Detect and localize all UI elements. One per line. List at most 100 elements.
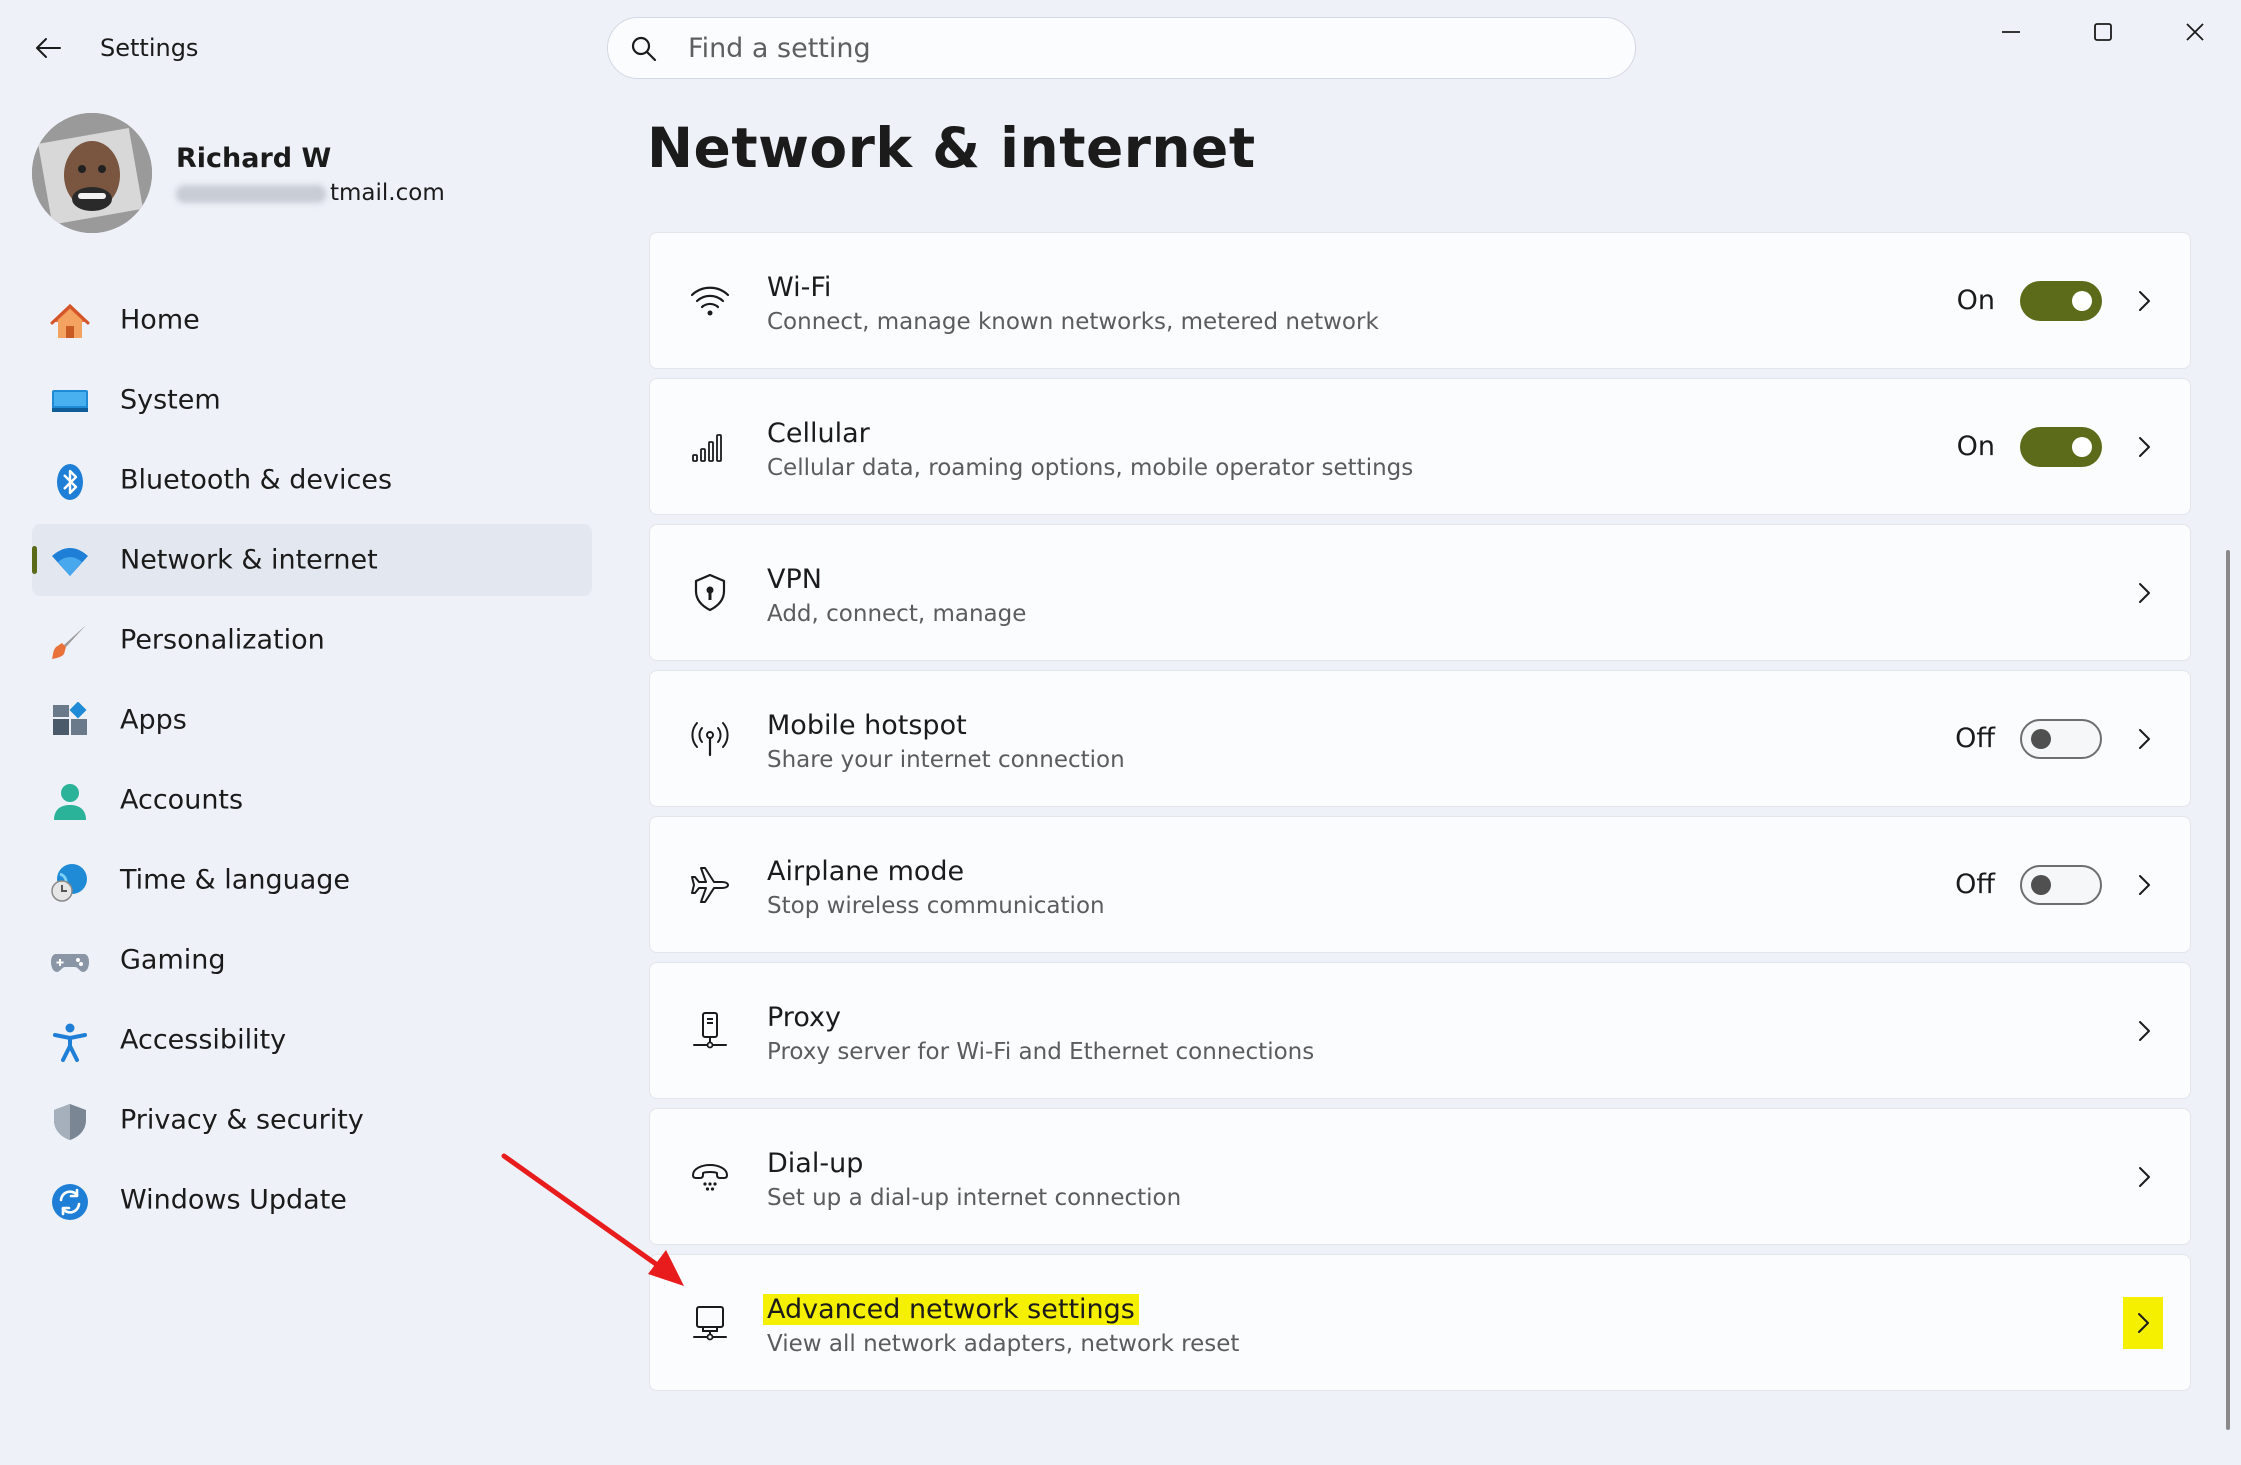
wifi-icon [50,542,90,582]
sidebar-item-label: System [120,384,221,416]
sidebar-item-label: Bluetooth & devices [120,464,393,496]
setting-card-advanced-network-settings[interactable]: Advanced network settings View all netwo… [649,1254,2191,1391]
home-icon [50,302,90,342]
sidebar-item-privacy-security[interactable]: Privacy & security [32,1084,592,1156]
proxy-icon [686,1007,734,1055]
cellular-toggle[interactable] [2020,427,2102,467]
sidebar-item-time-language[interactable]: Time & language [32,844,592,916]
advanced-network-icon [686,1299,734,1347]
setting-card-cellular[interactable]: Cellular Cellular data, roaming options,… [649,378,2191,515]
sidebar-item-home[interactable]: Home [32,284,592,356]
sidebar-item-accounts[interactable]: Accounts [32,764,592,836]
profile-name: Richard W [176,143,332,174]
airplane-mode-toggle[interactable] [2020,865,2102,905]
apps-icon [50,702,90,742]
setting-title: Advanced network settings [763,1294,1139,1325]
profile-email-text: tmail.com [330,180,445,206]
setting-card-vpn[interactable]: VPN Add, connect, manage [649,524,2191,661]
toggle-state-label: Off [1955,869,1995,900]
vertical-scrollbar[interactable] [2226,550,2230,1430]
gamepad-icon [50,942,90,982]
chevron-right-icon[interactable] [2123,1297,2163,1349]
setting-title: Wi-Fi [767,272,832,303]
title-bar: Settings [0,0,2241,100]
wifi-icon [686,277,734,325]
setting-card-airplane-mode[interactable]: Airplane mode Stop wireless communicatio… [649,816,2191,953]
close-icon [2186,23,2204,41]
redacted-email-part [176,184,326,203]
app-title: Settings [100,34,199,62]
sidebar-item-bluetooth-devices[interactable]: Bluetooth & devices [32,444,592,516]
minimize-icon [2002,31,2020,33]
setting-card-proxy[interactable]: Proxy Proxy server for Wi-Fi and Etherne… [649,962,2191,1099]
setting-title: Airplane mode [767,856,965,887]
setting-title: Dial-up [767,1148,864,1179]
setting-subtitle: Connect, manage known networks, metered … [767,309,1379,335]
setting-subtitle: Proxy server for Wi-Fi and Ethernet conn… [767,1039,1315,1065]
setting-subtitle: View all network adapters, network reset [767,1331,1240,1357]
shield-icon [50,1102,90,1142]
system-icon [50,382,90,422]
setting-subtitle: Stop wireless communication [767,893,1105,919]
accounts-icon [50,782,90,822]
chevron-right-icon [2126,721,2162,757]
accessibility-icon [50,1022,90,1062]
back-button[interactable] [28,28,68,68]
setting-title: VPN [767,564,822,595]
hotspot-icon [686,715,734,763]
airplane-icon [686,861,734,909]
setting-card-wifi[interactable]: Wi-Fi Connect, manage known networks, me… [649,232,2191,369]
setting-title: Mobile hotspot [767,710,967,741]
settings-list: Wi-Fi Connect, manage known networks, me… [649,232,2191,1400]
sidebar-item-accessibility[interactable]: Accessibility [32,1004,592,1076]
search-input[interactable] [688,28,1588,68]
toggle-state-label: On [1956,285,1995,316]
update-icon [50,1182,90,1222]
setting-card-mobile-hotspot[interactable]: Mobile hotspot Share your internet conne… [649,670,2191,807]
mobile-hotspot-toggle[interactable] [2020,719,2102,759]
toggle-state-label: Off [1955,723,1995,754]
setting-subtitle: Cellular data, roaming options, mobile o… [767,455,1414,481]
chevron-right-icon [2126,575,2162,611]
sidebar-nav: Home System Bluetooth & devices Network … [32,284,592,1244]
wifi-toggle[interactable] [2020,281,2102,321]
sidebar-item-personalization[interactable]: Personalization [32,604,592,676]
maximize-icon [2094,23,2112,41]
bluetooth-icon [50,462,90,502]
annotation-arrow-icon [501,1153,684,1286]
setting-title: Proxy [767,1002,841,1033]
sidebar-item-system[interactable]: System [32,364,592,436]
brush-icon [50,622,90,662]
setting-subtitle: Share your internet connection [767,747,1125,773]
sidebar-item-label: Personalization [120,624,325,656]
sidebar-item-label: Accessibility [120,1024,287,1056]
chevron-right-icon [2126,1013,2162,1049]
sidebar-item-label: Gaming [120,944,226,976]
sidebar-item-label: Apps [120,704,187,736]
sidebar-item-label: Home [120,304,200,336]
sidebar-item-network-internet[interactable]: Network & internet [32,524,592,596]
setting-subtitle: Set up a dial-up internet connection [767,1185,1182,1211]
cellular-icon [686,423,734,471]
profile-email: tmail.com [176,180,445,206]
maximize-button[interactable] [2071,10,2135,54]
sidebar-item-label: Time & language [120,864,351,896]
globe-clock-icon [50,862,90,902]
close-button[interactable] [2163,10,2227,54]
page-title: Network & internet [647,116,1256,180]
sidebar-item-label: Windows Update [120,1184,347,1216]
setting-card-dial-up[interactable]: Dial-up Set up a dial-up internet connec… [649,1108,2191,1245]
vpn-shield-icon [686,569,734,617]
chevron-right-icon [2126,429,2162,465]
setting-title: Cellular [767,418,870,449]
search-box[interactable] [607,17,1636,79]
settings-window: Settings Richard W tmail.com [0,0,2241,1465]
chevron-right-icon [2126,1159,2162,1195]
minimize-button[interactable] [1979,10,2043,54]
avatar[interactable] [32,113,152,233]
sidebar-item-label: Privacy & security [120,1104,364,1136]
setting-subtitle: Add, connect, manage [767,601,1027,627]
sidebar-item-gaming[interactable]: Gaming [32,924,592,996]
sidebar-item-apps[interactable]: Apps [32,684,592,756]
toggle-state-label: On [1956,431,1995,462]
